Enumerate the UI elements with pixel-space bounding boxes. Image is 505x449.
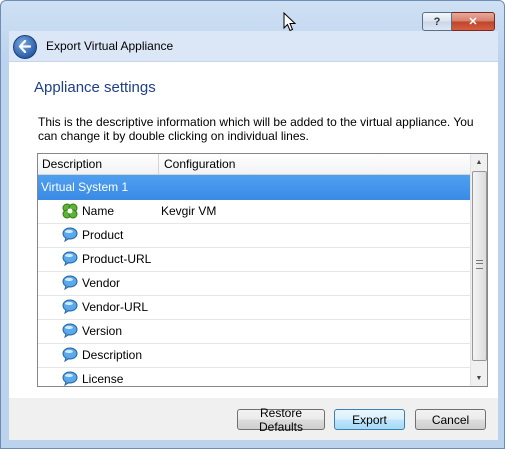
column-divider[interactable] bbox=[158, 154, 159, 174]
cancel-button[interactable]: Cancel bbox=[415, 409, 486, 430]
wizard-header: Export Virtual Appliance bbox=[9, 31, 498, 62]
row-label: Product-URL bbox=[82, 252, 152, 266]
row-label: Vendor-URL bbox=[82, 300, 149, 314]
speech-bubble-icon bbox=[62, 251, 78, 269]
table-row[interactable]: Product-URL bbox=[38, 247, 471, 272]
dialog-window: ? ✕ Export Virtual Appliance Appliance s… bbox=[0, 0, 505, 449]
appliance-settings-table[interactable]: Description Configuration Virtual System… bbox=[37, 153, 488, 387]
button-bar: Restore Defaults Export Cancel bbox=[9, 398, 498, 440]
table-row-group[interactable]: Virtual System 1 bbox=[38, 175, 471, 200]
table-row[interactable]: Version bbox=[38, 319, 471, 344]
row-value: Kevgir VM bbox=[161, 204, 217, 218]
column-header-configuration[interactable]: Configuration bbox=[164, 157, 235, 171]
mouse-cursor-icon bbox=[283, 11, 297, 35]
scroll-down-arrow-icon[interactable]: ▼ bbox=[471, 370, 487, 386]
wizard-page: Appliance settings This is the descripti… bbox=[9, 62, 498, 398]
column-header-description[interactable]: Description bbox=[42, 157, 102, 171]
table-row[interactable]: Description bbox=[38, 343, 471, 368]
puzzle-icon bbox=[62, 203, 78, 222]
group-label: Virtual System 1 bbox=[41, 180, 129, 194]
speech-bubble-icon bbox=[62, 323, 78, 341]
scroll-up-arrow-icon[interactable]: ▲ bbox=[471, 154, 487, 170]
speech-bubble-icon bbox=[62, 371, 78, 386]
grip-icon bbox=[476, 260, 483, 269]
speech-bubble-icon bbox=[62, 275, 78, 293]
close-button[interactable]: ✕ bbox=[452, 12, 495, 31]
table-row[interactable]: License bbox=[38, 367, 471, 386]
table-row[interactable]: Vendor bbox=[38, 271, 471, 296]
window-controls: ? ✕ bbox=[422, 12, 495, 31]
back-arrow-icon bbox=[18, 40, 31, 53]
row-label: Vendor bbox=[82, 276, 121, 290]
title-bar: ? ✕ bbox=[2, 2, 505, 31]
speech-bubble-icon bbox=[62, 227, 78, 245]
page-description: This is the descriptive information whic… bbox=[38, 115, 474, 143]
vertical-scrollbar[interactable]: ▲ ▼ bbox=[470, 154, 487, 386]
page-title: Appliance settings bbox=[34, 79, 156, 96]
speech-bubble-icon bbox=[62, 299, 78, 317]
table-row[interactable]: Vendor-URL bbox=[38, 295, 471, 320]
row-label: Product bbox=[82, 228, 124, 242]
restore-defaults-button[interactable]: Restore Defaults bbox=[237, 406, 325, 434]
scrollbar-thumb[interactable] bbox=[472, 171, 487, 361]
speech-bubble-icon bbox=[62, 347, 78, 365]
table-row[interactable]: Name Kevgir VM bbox=[38, 199, 471, 224]
row-label: License bbox=[82, 372, 124, 386]
table-header: Description Configuration bbox=[38, 154, 471, 175]
export-button[interactable]: Export bbox=[334, 409, 405, 430]
wizard-title: Export Virtual Appliance bbox=[46, 39, 174, 53]
row-label: Name bbox=[82, 204, 115, 218]
row-label: Description bbox=[82, 348, 143, 362]
row-label: Version bbox=[82, 324, 123, 338]
back-button[interactable] bbox=[13, 35, 37, 59]
help-button[interactable]: ? bbox=[422, 12, 452, 31]
table-row[interactable]: Product bbox=[38, 223, 471, 248]
